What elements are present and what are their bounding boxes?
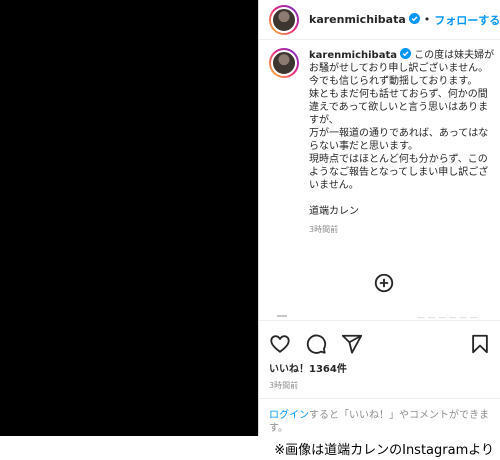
caption-message: この度は妹夫婦がお騒がせしており申し訳ございません。 今でも信じられず動揺してお…: [309, 50, 495, 217]
caption-body: karenmichibata この度は妹夫婦がお騒がせしており申し訳ございません…: [309, 48, 495, 235]
header-separator: •: [423, 13, 431, 26]
caption-text: karenmichibata この度は妹夫婦がお騒がせしており申し訳ございません…: [309, 48, 495, 218]
bookmark-icon[interactable]: [469, 333, 491, 355]
login-link[interactable]: ログイン: [269, 410, 309, 421]
comment-icon[interactable]: [305, 333, 327, 355]
post-header: karenmichibata • フォローする: [259, 0, 500, 40]
caption-time[interactable]: 3時間前: [309, 224, 495, 235]
heart-icon[interactable]: [269, 333, 291, 355]
avatar-image: [271, 6, 297, 33]
verified-badge-icon: [400, 48, 411, 59]
caption-avatar-image: [271, 50, 297, 76]
caption: karenmichibata この度は妹夫婦がお騒がせしており申し訳ございません…: [269, 48, 495, 235]
header-username[interactable]: karenmichibata: [309, 13, 420, 26]
plus-circle-icon[interactable]: [373, 272, 395, 294]
likes-count[interactable]: いいね！1364件: [269, 360, 347, 375]
post-side-panel: karenmichibata • フォローする karenmichibata こ…: [258, 0, 500, 436]
instagram-post-frame: karenmichibata • フォローする karenmichibata こ…: [0, 0, 500, 436]
share-icon[interactable]: [341, 333, 363, 355]
follow-button[interactable]: フォローする: [434, 12, 500, 28]
image-credit: ※画像は道端カレンのInstagramより: [274, 443, 494, 458]
post-time: 3時間前: [269, 381, 299, 390]
verified-badge-icon: [408, 13, 420, 24]
reply-line: [277, 315, 287, 317]
post-media[interactable]: [0, 0, 258, 436]
avatar[interactable]: [269, 4, 299, 35]
caption-username[interactable]: karenmichibata: [309, 50, 397, 61]
caption-avatar[interactable]: [269, 48, 299, 78]
login-prompt: ログインすると「いいね！」やコメントができます。: [259, 398, 500, 435]
